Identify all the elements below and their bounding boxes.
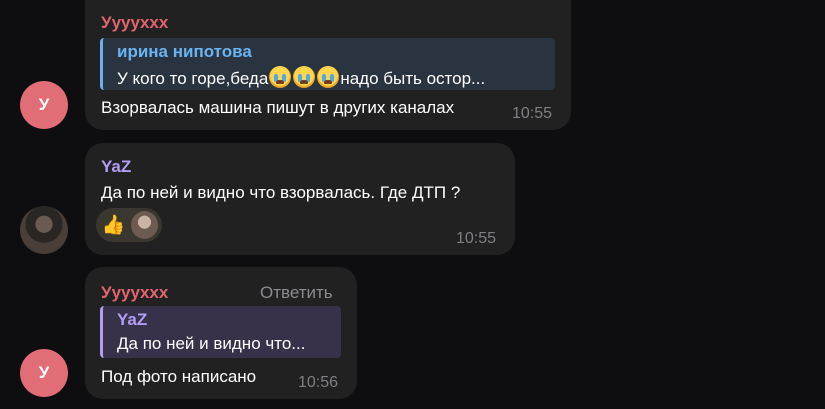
quote-text: У кого то горе,беда надо быть остор... [117, 66, 485, 89]
quote-sender: ирина нипотова [117, 42, 252, 61]
sender-name[interactable]: YaZ [101, 157, 131, 177]
avatar[interactable]: У [20, 349, 68, 397]
quote-sender: YaZ [117, 310, 148, 329]
message-time: 10:55 [456, 230, 497, 247]
reaction-user-avatar [131, 211, 158, 239]
message-time: 10:56 [298, 374, 339, 391]
sender-name[interactable]: Уууyххх [101, 13, 168, 33]
avatar[interactable] [20, 206, 68, 254]
sender-name[interactable]: Уууyххх [101, 283, 168, 303]
avatar[interactable]: У [20, 81, 68, 129]
loudly-crying-emoji-icon [269, 66, 292, 88]
quote-text-part: надо быть остор... [340, 69, 486, 88]
quote-text-part: У кого то горе,беда [117, 69, 269, 88]
thumbs-up-icon[interactable]: 👍 [100, 211, 127, 239]
message-text: Под фото написано [101, 367, 257, 386]
quote-text: Да по ней и видно что... [117, 334, 306, 353]
reply-quote[interactable]: YaZ Да по ней и видно что... [100, 306, 341, 358]
message-text: Да по ней и видно что взорвалась. Где ДТ… [101, 183, 461, 202]
message-time: 10:55 [512, 105, 553, 122]
loudly-crying-emoji-icon [317, 66, 340, 88]
reply-quote[interactable]: ирина нипотова У кого то горе,беда надо б… [100, 38, 555, 90]
reactions[interactable]: 👍 [96, 208, 162, 242]
message-text: Взорвалась машина пишут в других каналах [101, 98, 455, 117]
loudly-crying-emoji-icon [293, 66, 316, 88]
reply-button[interactable]: Ответить [260, 283, 333, 303]
